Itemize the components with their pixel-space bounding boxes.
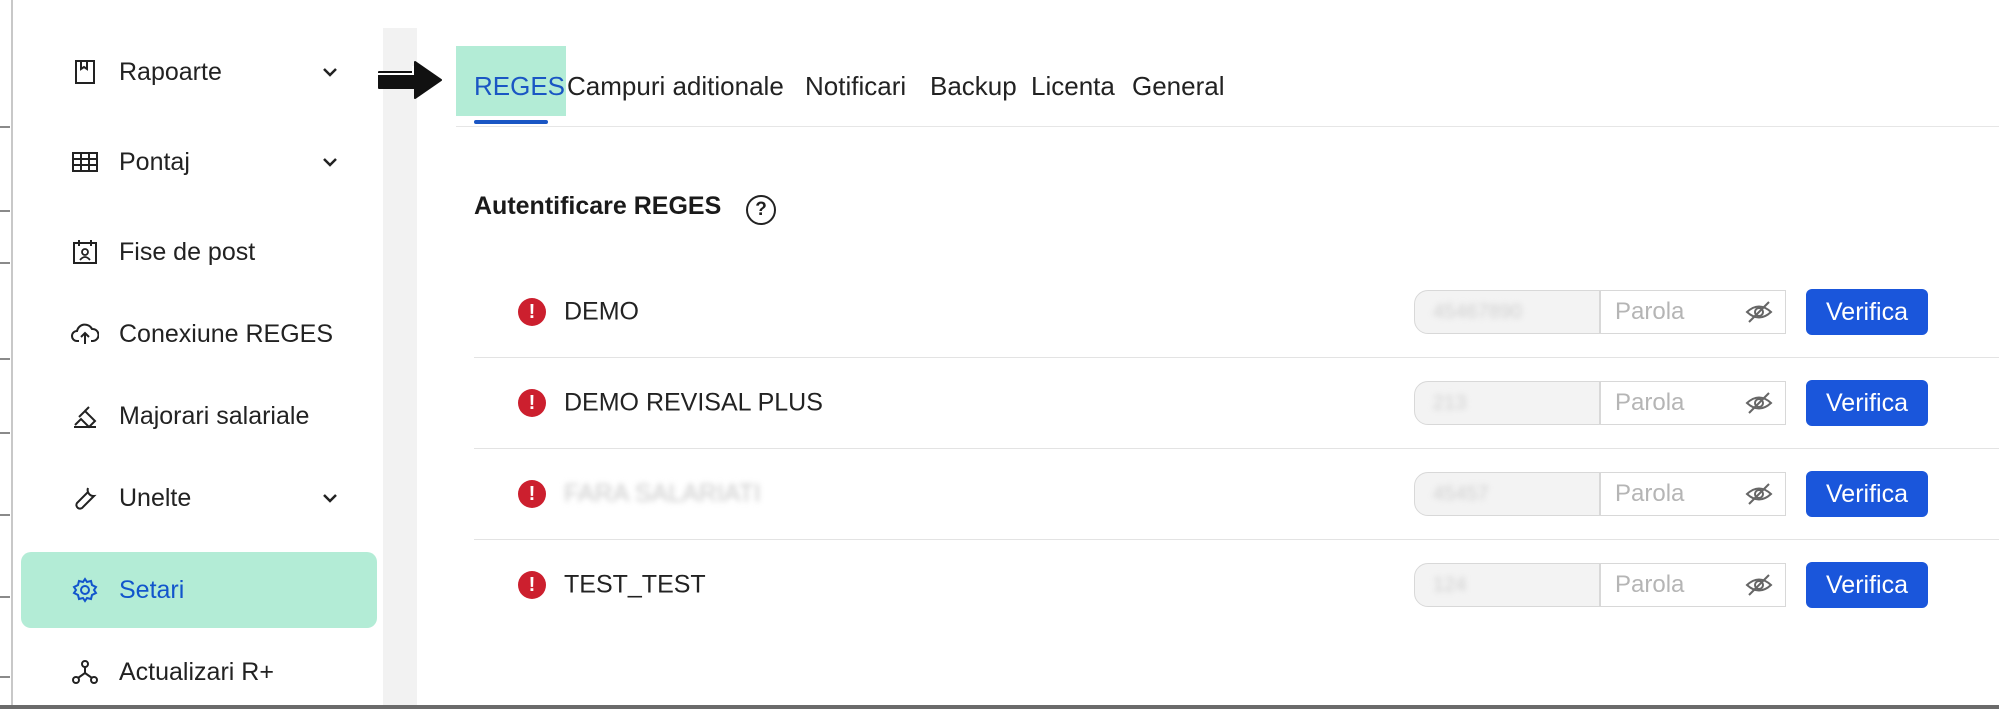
eye-off-icon[interactable] [1745, 573, 1773, 597]
sidebar-item-majorari-salariale[interactable]: Majorari salariale [21, 380, 377, 452]
chevron-down-icon[interactable] [319, 61, 341, 83]
sidebar-item-label: Pontaj [119, 147, 190, 176]
sidebar-item-pontaj[interactable]: Pontaj [21, 126, 377, 198]
edge-tick [0, 126, 10, 128]
account-row: ! DEMO REVISAL PLUS 213 Parola Verifica [474, 358, 1999, 449]
sidebar-item-setari[interactable]: Setari [21, 552, 377, 628]
eye-off-icon[interactable] [1745, 482, 1773, 506]
account-name: DEMO [564, 297, 639, 326]
sidebar-item-conexiune-reges[interactable]: Conexiune REGES [21, 298, 377, 370]
eye-off-icon[interactable] [1745, 300, 1773, 324]
chevron-down-icon[interactable] [319, 487, 341, 509]
tab-campuri-aditionale[interactable]: Campuri aditionale [567, 46, 784, 126]
active-tab-underline [474, 120, 548, 124]
sidebar-item-rapoarte[interactable]: Rapoarte [21, 36, 377, 108]
grid-table-icon [71, 148, 99, 176]
verify-button[interactable]: Verifica [1806, 289, 1928, 335]
edge-tick [0, 676, 10, 678]
sidebar-item-unelte[interactable]: Unelte [21, 462, 377, 534]
account-row: ! DEMO 45467890 Parola Verifica [474, 267, 1999, 358]
password-placeholder: Parola [1615, 389, 1685, 416]
password-field[interactable]: Parola [1600, 563, 1786, 607]
username-field[interactable]: 213 [1414, 381, 1600, 425]
sidebar-item-label: Setari [119, 575, 185, 604]
error-icon: ! [518, 480, 546, 508]
password-field[interactable]: Parola [1600, 472, 1786, 516]
bookmark-icon [71, 58, 99, 86]
edge-tick [0, 596, 10, 598]
verify-button[interactable]: Verifica [1806, 380, 1928, 426]
network-nodes-icon [71, 658, 99, 686]
password-placeholder: Parola [1615, 298, 1685, 325]
settings-tabs: REGES Campuri aditionale Notificari Back… [456, 46, 1999, 127]
error-icon: ! [518, 298, 546, 326]
account-row: ! FARA SALARIATI 45457 Parola Verifica [474, 449, 1999, 540]
tab-licenta[interactable]: Licenta [1031, 46, 1115, 126]
edge-tick [0, 514, 10, 516]
sidebar-item-label: Unelte [119, 483, 192, 512]
section-title: Autentificare REGES [474, 192, 722, 220]
edge-tick [0, 432, 10, 434]
account-name: TEST_TEST [564, 570, 706, 599]
error-icon: ! [518, 389, 546, 417]
tab-backup[interactable]: Backup [930, 46, 1017, 126]
account-name: FARA SALARIATI [564, 479, 761, 508]
sidebar-item-fise-de-post[interactable]: Fise de post [21, 216, 377, 288]
password-field[interactable]: Parola [1600, 381, 1786, 425]
eye-off-icon[interactable] [1745, 391, 1773, 415]
tab-notificari[interactable]: Notificari [805, 46, 906, 126]
verify-button[interactable]: Verifica [1806, 562, 1928, 608]
content-gutter [383, 28, 417, 705]
sidebar-item-actualizari[interactable]: Actualizari R+ [21, 636, 377, 708]
wrench-icon [71, 484, 99, 512]
gear-icon [71, 576, 99, 604]
username-value: 213 [1433, 391, 1467, 414]
username-field[interactable]: 124 [1414, 563, 1600, 607]
sidebar-item-label: Actualizari R+ [119, 657, 274, 686]
account-name: DEMO REVISAL PLUS [564, 388, 823, 417]
cloud-upload-icon [71, 320, 99, 348]
edge-tick [0, 210, 10, 212]
tab-reges[interactable]: REGES [474, 46, 565, 126]
username-field[interactable]: 45467890 [1414, 290, 1600, 334]
edge-tick [0, 262, 10, 264]
badge-calendar-icon [71, 238, 99, 266]
sidebar-item-label: Majorari salariale [119, 401, 310, 430]
username-value: 124 [1433, 573, 1467, 596]
password-placeholder: Parola [1615, 571, 1685, 598]
sidebar: Rapoarte Pontaj Fise de post Conexiune R… [13, 0, 383, 705]
username-value: 45457 [1433, 482, 1489, 505]
password-placeholder: Parola [1615, 480, 1685, 507]
edit-tag-icon [71, 402, 99, 430]
username-value: 45467890 [1433, 300, 1522, 323]
bottom-rule [0, 705, 1999, 709]
sidebar-item-label: Rapoarte [119, 57, 222, 86]
tab-general[interactable]: General [1132, 46, 1225, 126]
error-icon: ! [518, 571, 546, 599]
sidebar-item-label: Fise de post [119, 237, 256, 266]
pointer-arrow-icon [377, 61, 442, 99]
account-row: ! TEST_TEST 124 Parola Verifica [474, 540, 1999, 630]
verify-button[interactable]: Verifica [1806, 471, 1928, 517]
chevron-down-icon[interactable] [319, 151, 341, 173]
edge-tick [0, 358, 10, 360]
help-icon[interactable]: ? [746, 195, 776, 225]
password-field[interactable]: Parola [1600, 290, 1786, 334]
username-field[interactable]: 45457 [1414, 472, 1600, 516]
sidebar-item-label: Conexiune REGES [119, 319, 334, 348]
